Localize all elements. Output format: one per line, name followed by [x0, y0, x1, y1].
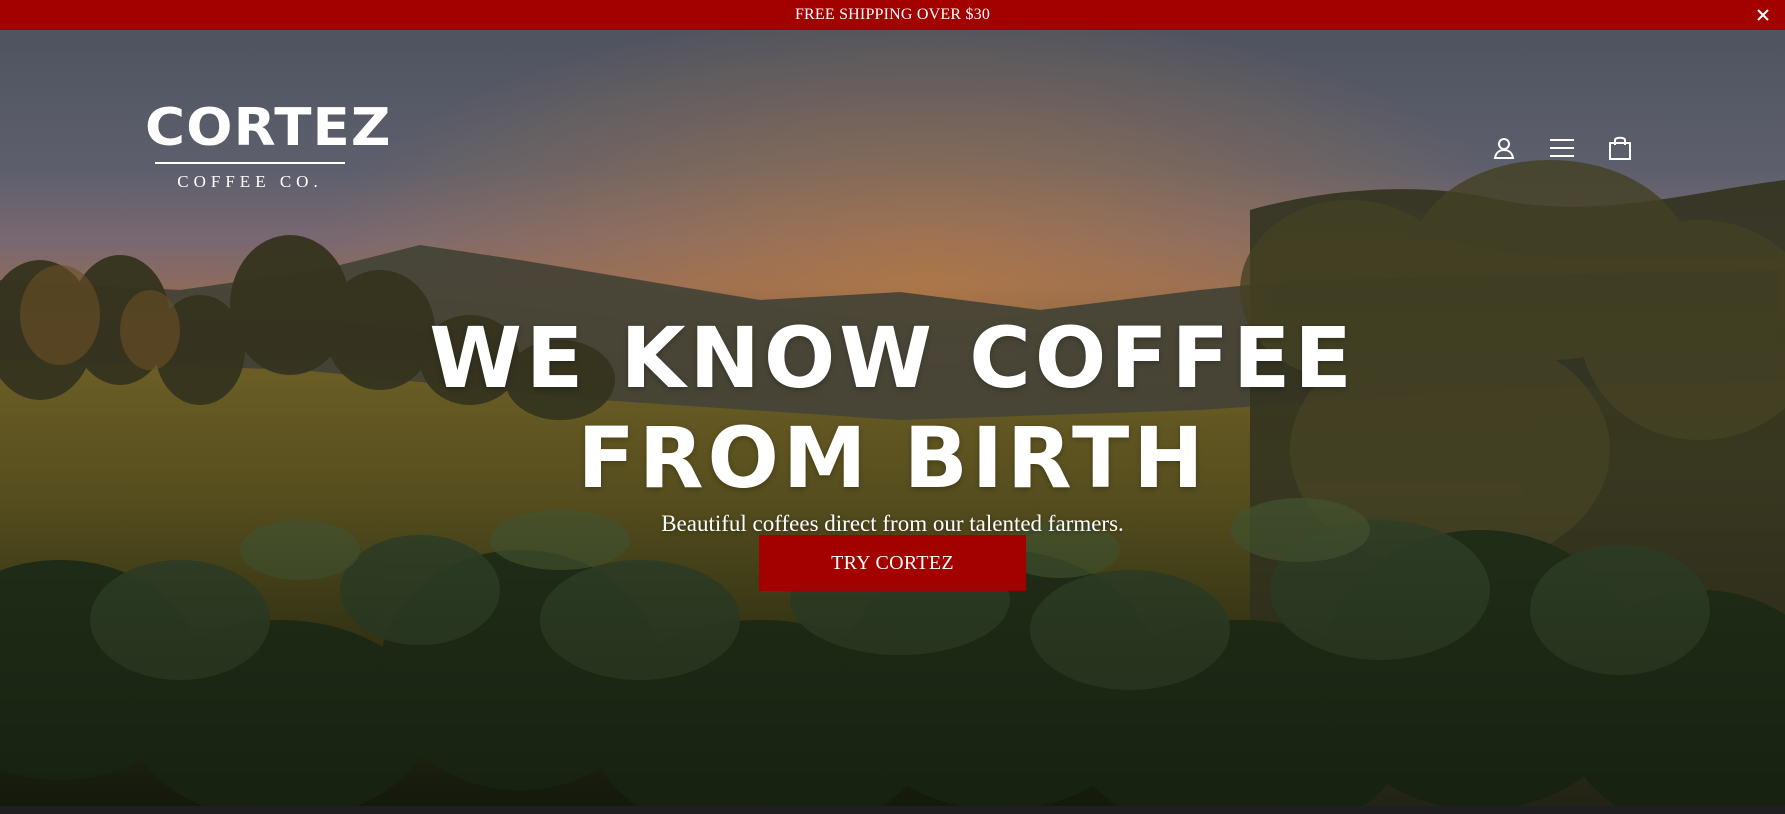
header-icons: [1490, 134, 1634, 162]
hero-section: CORTEZ COFFEE CO. WE KNOW COFFEE FROM BI…: [0, 30, 1785, 806]
try-cortez-button[interactable]: TRY CORTEZ: [759, 535, 1026, 591]
hero-headline-line-1: WE KNOW COFFEE: [429, 309, 1356, 407]
logo-wordmark: CORTEZ: [145, 98, 392, 158]
account-icon[interactable]: [1490, 134, 1518, 162]
logo-divider: [155, 162, 345, 164]
hero-headline-line-2: FROM BIRTH: [577, 409, 1208, 507]
page-bottom-strip: [0, 806, 1785, 814]
hero-subheading: Beautiful coffees direct from our talent…: [661, 511, 1124, 536]
logo-tagline: COFFEE CO.: [177, 172, 323, 191]
menu-icon[interactable]: [1548, 134, 1576, 162]
announcement-text: FREE SHIPPING OVER $30: [794, 6, 991, 23]
cart-icon[interactable]: [1606, 134, 1634, 162]
site-logo[interactable]: CORTEZ COFFEE CO.: [145, 100, 390, 192]
close-icon[interactable]: [1753, 5, 1773, 25]
hero-headline: WE KNOW COFFEE FROM BIRTH: [0, 308, 1785, 508]
announcement-bar: FREE SHIPPING OVER $30: [0, 0, 1785, 30]
